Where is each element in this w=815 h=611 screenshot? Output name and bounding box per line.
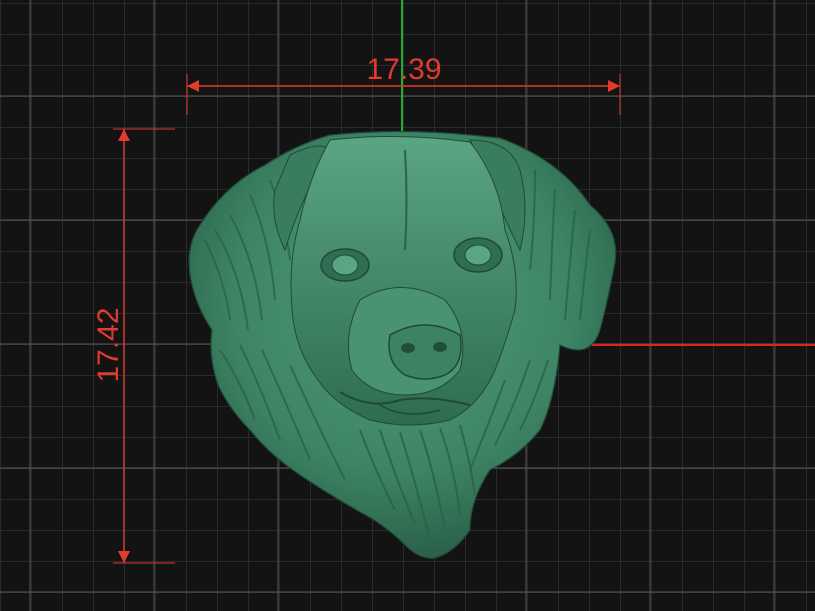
viewport-canvas[interactable]: 17.39 17.42 [0, 0, 815, 611]
height-value: 17.42 [92, 307, 125, 382]
cad-viewport[interactable]: 17.39 17.42 [0, 0, 815, 611]
eye-right [453, 237, 503, 273]
eye-left [320, 248, 370, 282]
height-dimension[interactable]: 17.42 [92, 128, 175, 564]
width-value: 17.39 [366, 53, 441, 86]
nose [388, 324, 462, 380]
dog-head-model[interactable] [188, 130, 617, 559]
width-dimension[interactable]: 17.39 [186, 53, 621, 115]
